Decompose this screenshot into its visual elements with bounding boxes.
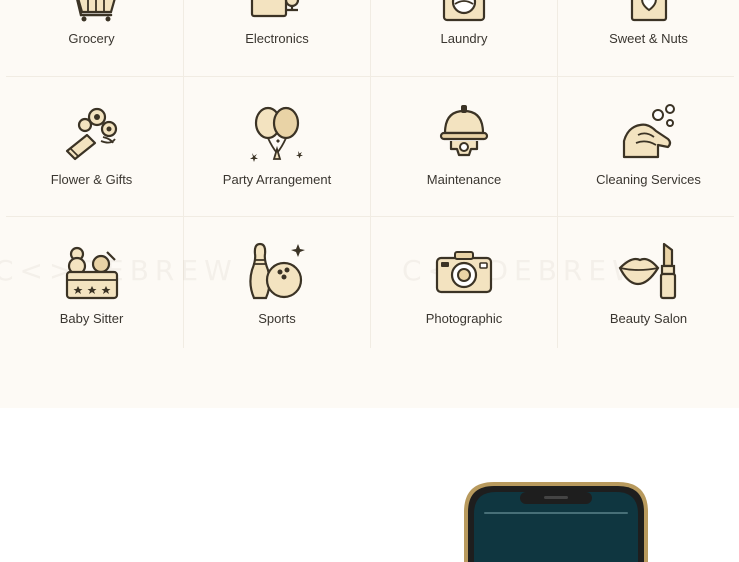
- lips-lipstick-icon: [618, 242, 676, 300]
- balloons-icon: [250, 106, 303, 162]
- service-label: Grocery: [68, 31, 115, 46]
- grid-divider: [6, 76, 734, 77]
- flower-bouquet-icon: [65, 107, 117, 161]
- toy-basket-icon: [65, 246, 118, 300]
- service-label: Party Arrangement: [222, 172, 332, 187]
- service-tile-photographic[interactable]: Photographic: [371, 240, 557, 326]
- service-tile-flower-gifts[interactable]: Flower & Gifts: [0, 101, 183, 187]
- services-section: C<>DEBREW C<>DEBREW Grocery Electronics: [0, 0, 739, 408]
- service-tile-party-arrangement[interactable]: Party Arrangement: [184, 101, 370, 187]
- service-tile-sports[interactable]: Sports: [184, 240, 370, 326]
- service-tile-sweet-nuts[interactable]: Sweet & Nuts: [558, 0, 739, 46]
- camera-icon: [435, 251, 493, 294]
- service-tile-laundry[interactable]: Laundry: [371, 0, 557, 46]
- service-tile-grocery[interactable]: Grocery: [0, 0, 183, 46]
- service-label: Laundry: [440, 31, 488, 46]
- service-tile-baby-sitter[interactable]: Baby Sitter: [0, 240, 183, 326]
- service-tile-beauty-salon[interactable]: Beauty Salon: [558, 240, 739, 326]
- service-tile-electronics[interactable]: Electronics: [184, 0, 370, 46]
- service-label: Beauty Salon: [609, 311, 688, 326]
- service-label: Maintenance: [426, 172, 502, 187]
- laundry-icon: [442, 0, 486, 22]
- service-label: Sweet & Nuts: [609, 31, 688, 46]
- service-label: Baby Sitter: [59, 311, 124, 326]
- cleaning-hands-icon: [622, 104, 675, 159]
- electronics-icon: [250, 0, 300, 18]
- service-tile-cleaning-services[interactable]: Cleaning Services: [558, 101, 739, 187]
- service-tile-maintenance[interactable]: Maintenance: [371, 101, 557, 187]
- bowling-icon: [249, 242, 305, 300]
- hard-hat-gear-icon: [439, 105, 489, 157]
- service-label: Cleaning Services: [596, 172, 701, 187]
- service-label: Photographic: [425, 311, 503, 326]
- cart-icon: [75, 0, 116, 22]
- phone-mockup: [464, 482, 648, 562]
- service-label: Flower & Gifts: [50, 172, 133, 187]
- service-label: Electronics: [245, 31, 309, 46]
- grid-divider: [6, 216, 734, 217]
- services-grid: C<>DEBREW C<>DEBREW Grocery Electronics: [0, 0, 739, 348]
- sweet-box-icon: [630, 0, 667, 22]
- service-label: Sports: [258, 311, 296, 326]
